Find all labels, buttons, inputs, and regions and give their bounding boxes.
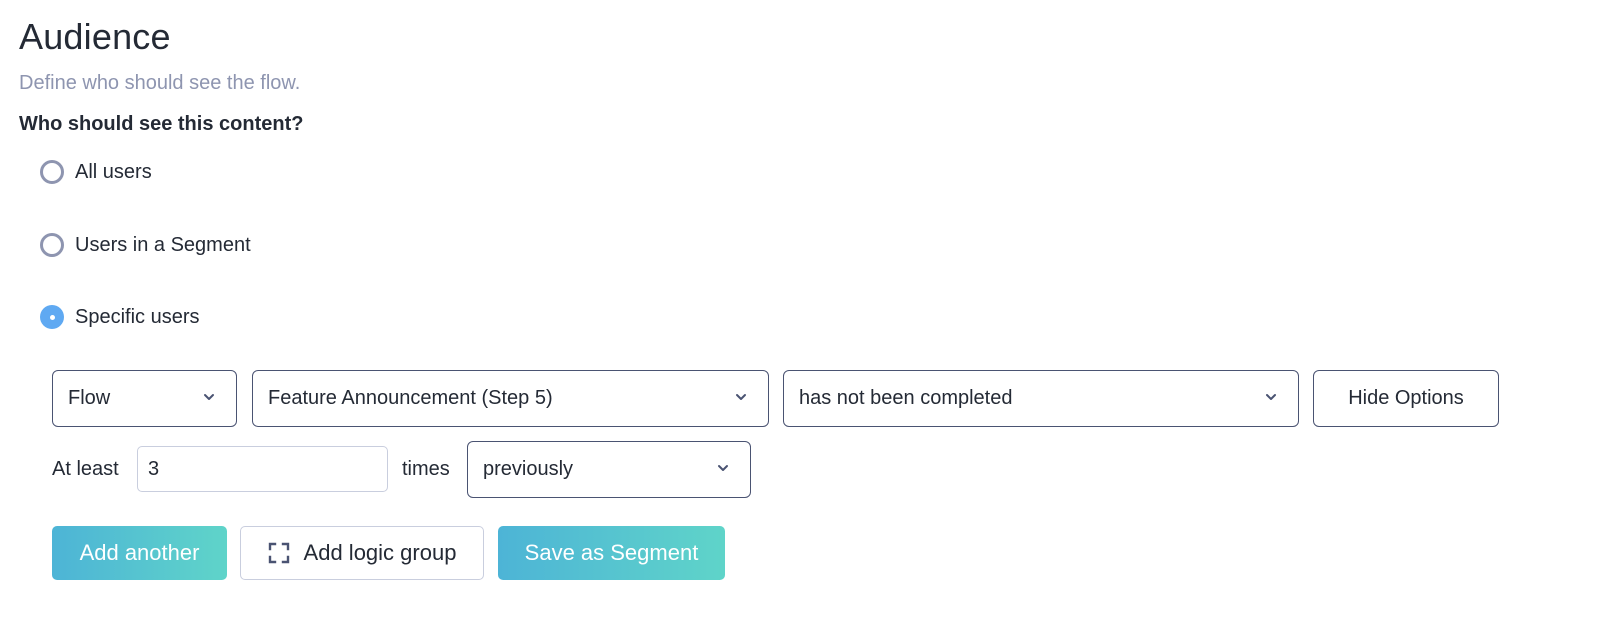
hide-options-label: Hide Options [1348,387,1464,409]
radio-label: Users in a Segment [75,233,251,256]
timeframe-select-value: previously [483,458,574,480]
chevron-down-icon [718,464,728,471]
flow-select-value: Feature Announcement (Step 5) [268,387,553,409]
status-select-value: has not been completed [799,387,1013,409]
property-select[interactable]: Flow [52,370,237,427]
chevron-down-icon [1266,393,1276,400]
chevron-down-icon [736,393,746,400]
radio-button[interactable] [40,160,64,184]
radio-label: All users [75,160,152,183]
hide-options-button[interactable]: Hide Options [1313,370,1499,427]
at-least-label: At least [52,458,119,480]
count-input[interactable] [137,446,388,492]
save-as-segment-label: Save as Segment [524,540,699,565]
times-label: times [402,458,450,480]
page-title: Audience [19,16,171,57]
flow-select[interactable]: Feature Announcement (Step 5) [252,370,769,427]
add-another-button[interactable]: Add another [52,526,227,580]
save-as-segment-button[interactable]: Save as Segment [498,526,725,580]
audience-question: Who should see this content? [19,113,304,135]
radio-option-all-users[interactable]: All users [40,160,152,184]
chevron-down-icon [204,393,214,400]
radio-button-selected[interactable] [40,305,64,329]
expand-brackets-icon [268,542,289,564]
radio-button[interactable] [40,233,64,257]
property-select-value: Flow [68,387,111,409]
radio-option-specific-users[interactable]: Specific users [40,305,200,329]
status-select[interactable]: has not been completed [783,370,1299,427]
add-logic-group-label: Add logic group [303,540,457,565]
add-another-label: Add another [79,540,200,565]
add-logic-group-button[interactable]: Add logic group [240,526,484,580]
timeframe-select[interactable]: previously [467,441,751,498]
radio-option-users-in-segment[interactable]: Users in a Segment [40,233,251,257]
page-subtitle: Define who should see the flow. [19,72,301,94]
radio-label: Specific users [75,305,200,328]
